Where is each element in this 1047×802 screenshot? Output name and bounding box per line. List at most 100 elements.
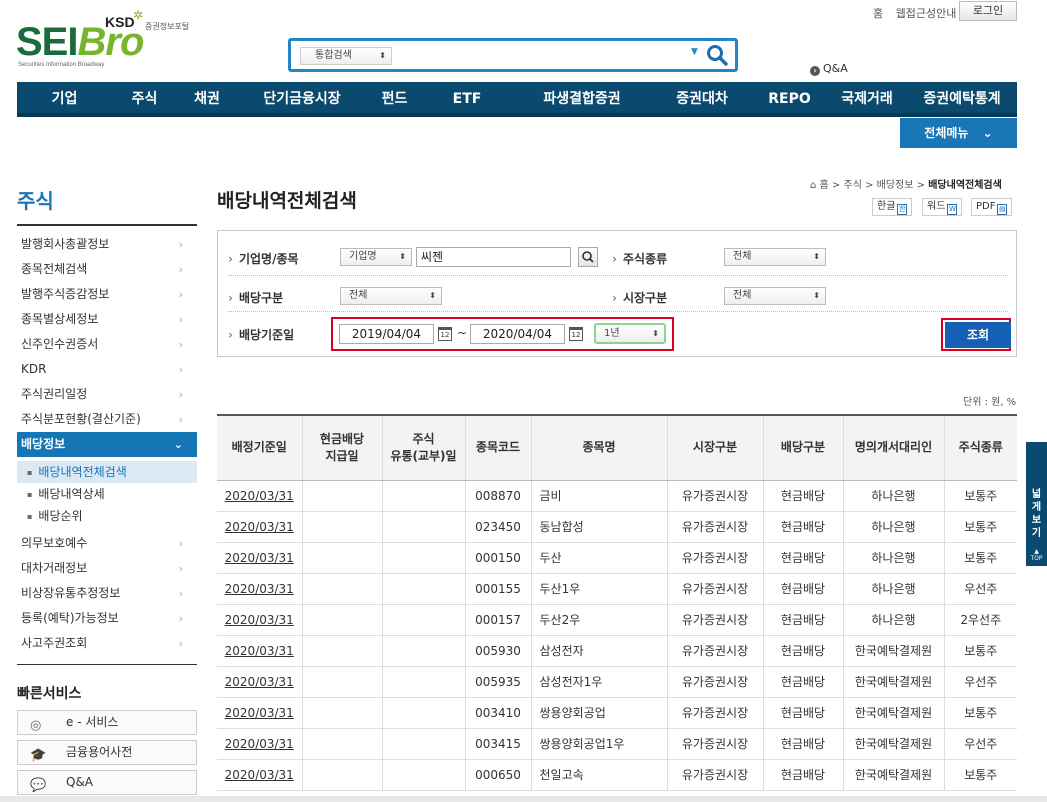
search-dropdown-icon[interactable]: ▼ [691,47,698,57]
calendar-icon[interactable]: 12 [438,327,452,341]
nav-item-international[interactable]: 국제거래 [827,82,907,113]
table-row[interactable]: 2020/03/31 003410 쌍용양회공업 유가증권시장 현금배당 한국예탁결제원 보… [217,697,1017,729]
company-search-button[interactable] [578,247,598,267]
cell-base-date[interactable]: 2020/03/31 [217,511,302,543]
sidebar-item-lockup[interactable]: 의무보호예수 › [17,531,197,556]
col-header-label: 배정기준일 [231,440,287,455]
cell-base-date[interactable]: 2020/03/31 [217,542,302,574]
chevron-down-icon: ⌄ [173,438,183,451]
breadcrumb-stock[interactable]: 주식 [844,180,862,191]
nav-item-short-term[interactable]: 단기금융시장 [237,82,367,113]
col-header-base-date[interactable]: 배정기준일 [217,414,302,481]
nav-item-company[interactable]: 기업 [17,82,112,113]
cell-base-date[interactable]: 2020/03/31 [217,604,302,636]
cell-base-date[interactable]: 2020/03/31 [217,666,302,698]
login-button[interactable]: 로그인 [959,1,1017,21]
col-header-cash-pay-date[interactable]: 현금배당 지급일 [301,414,382,481]
browser-scrollbar[interactable] [0,796,1047,802]
div-type-select[interactable]: 전체 ⬍ [340,287,442,305]
col-header-stock-type[interactable]: 주식종류 [943,414,1017,481]
search-icon[interactable] [705,43,729,67]
sidebar-item-lost-cert[interactable]: 사고주권조회 › [17,631,197,656]
nav-item-etf[interactable]: ETF [422,82,512,113]
table-row[interactable]: 2020/03/31 000150 두산 유가증권시장 현금배당 하나은행 보통주 [217,542,1017,574]
quick-dictionary-button[interactable]: 🎓 금융용어사전 [17,740,197,765]
company-input[interactable]: 씨젠 [416,247,571,267]
nav-item-repo[interactable]: REPO [752,82,827,113]
sidebar-subitem-dividend-rank[interactable]: 배당순위 [17,505,197,527]
sidebar-item-lending[interactable]: 대차거래정보 › [17,556,197,581]
col-header-market[interactable]: 시장구분 [666,414,763,481]
sidebar-item-rights-schedule[interactable]: 주식권리일정 › [17,382,197,407]
qa-link[interactable]: › Q&A [810,62,848,76]
home-link[interactable]: 홈 [873,7,883,20]
sidebar-item-stock-detail[interactable]: 종목별상세정보 › [17,307,197,332]
query-button[interactable]: 조회 [945,322,1011,348]
quick-eservice-button[interactable]: ◎ e - 서비스 [17,710,197,735]
col-header-agent[interactable]: 명의개서대리인 [842,414,944,481]
nav-item-derivatives[interactable]: 파생결합증권 [512,82,652,113]
table-row[interactable]: 2020/03/31 000650 천일고속 유가증권시장 현금배당 한국예탁결제원 보통주 [217,759,1017,791]
market-select[interactable]: 전체 ⬍ [724,287,826,305]
sidebar-subitem-dividend-search[interactable]: 배당내역전체검색 [17,461,197,483]
cell-base-date[interactable]: 2020/03/31 [217,697,302,729]
export-word-button[interactable]: 워드 W [922,198,963,216]
sidebar-item-unlisted[interactable]: 비상장유통추정정보 › [17,581,197,606]
col-header-stock-issue-date[interactable]: 주식 유통(교부)일 [381,414,465,481]
company-type-select[interactable]: 기업명 ⬍ [340,248,412,266]
date-from-input[interactable]: 2019/04/04 [339,324,434,344]
col-header-name[interactable]: 종목명 [530,414,667,481]
col-header-div-type[interactable]: 배당구분 [762,414,843,481]
globe-icon: ◎ [30,718,42,733]
sidebar-item-distribution[interactable]: 주식분포현황(결산기준) › [17,407,197,432]
top-button[interactable]: ▲ TOP [1026,548,1047,562]
accessibility-link[interactable]: 웹접근성안내 [896,7,957,20]
quick-qa-button[interactable]: 💬 Q&A [17,770,197,795]
sidebar-item-issuer-info[interactable]: 발행회사총괄정보 › [17,232,197,257]
table-row[interactable]: 2020/03/31 005930 삼성전자 유가증권시장 현금배당 한국예탁결제원 보통주 [217,635,1017,667]
cell-base-date[interactable]: 2020/03/31 [217,759,302,791]
cell-stock-type: 우선주 [943,573,1017,605]
sidebar-item-share-change[interactable]: 발행주식증감정보 › [17,282,197,307]
sidebar-item-rights-cert[interactable]: 신주인수권증서 › [17,332,197,357]
table-row[interactable]: 2020/03/31 000157 두산2우 유가증권시장 현금배당 하나은행 2우선주 [217,604,1017,636]
export-hwp-button[interactable]: 한글 한 [872,198,913,216]
sidebar-item-registrable[interactable]: 등록(예탁)가능정보 › [17,606,197,631]
period-select[interactable]: 1년 ⬍ [594,323,666,344]
nav-item-lending[interactable]: 증권대차 [652,82,752,113]
sidebar-item-label: 의무보호예수 [21,536,88,550]
date-to-input[interactable]: 2020/04/04 [470,324,565,344]
nav-item-bond[interactable]: 채권 [177,82,237,113]
wide-view-tab[interactable]: 넓게보기 ▲ TOP [1026,442,1047,566]
sidebar-item-dividend[interactable]: 배당정보 ⌄ [17,432,197,457]
table-row[interactable]: 2020/03/31 008870 금비 유가증권시장 현금배당 하나은행 보통주 [217,480,1017,512]
nav-item-statistics[interactable]: 증권예탁통계 [907,82,1017,113]
sidebar-divider [17,664,197,665]
table-row[interactable]: 2020/03/31 023450 동남합성 유가증권시장 현금배당 하나은행 보통주 [217,511,1017,543]
cell-base-date[interactable]: 2020/03/31 [217,573,302,605]
cell-div-type: 현금배당 [762,666,843,698]
search-scope-select[interactable]: 통합검색 ⬍ [300,47,392,65]
sidebar-item-all-stocks[interactable]: 종목전체검색 › [17,257,197,282]
table-row[interactable]: 2020/03/31 005935 삼성전자1우 유가증권시장 현금배당 한국예탁결제원 우… [217,666,1017,698]
global-search: 통합검색 ⬍ ▼ [288,38,738,72]
breadcrumb-home[interactable]: 홈 [820,180,829,191]
nav-item-fund[interactable]: 펀드 [367,82,422,113]
breadcrumb-dividend[interactable]: 배당정보 [877,180,914,191]
table-row[interactable]: 2020/03/31 000155 두산1우 유가증권시장 현금배당 하나은행 우선주 [217,573,1017,605]
nav-item-stock[interactable]: 주식 [112,82,177,113]
table-row[interactable]: 2020/03/31 003415 쌍용양회공업1우 유가증권시장 현금배당 한국예탁결제… [217,728,1017,760]
cell-base-date[interactable]: 2020/03/31 [217,480,302,512]
sidebar-subitem-dividend-detail[interactable]: 배당내역상세 [17,483,197,505]
export-pdf-button[interactable]: PDF ▤ [971,198,1013,216]
col-header-code[interactable]: 종목코드 [464,414,531,481]
stock-type-select[interactable]: 전체 ⬍ [724,248,826,266]
cell-base-date[interactable]: 2020/03/31 [217,728,302,760]
cell-div-type: 현금배당 [762,604,843,636]
calendar-icon[interactable]: 12 [569,327,583,341]
chevron-right-icon: › [178,587,183,600]
sidebar-item-kdr[interactable]: KDR › [17,357,197,382]
all-menu-button[interactable]: 전체메뉴 ⌄ [900,118,1017,148]
home-icon[interactable]: ⌂ [810,180,816,191]
cell-base-date[interactable]: 2020/03/31 [217,635,302,667]
